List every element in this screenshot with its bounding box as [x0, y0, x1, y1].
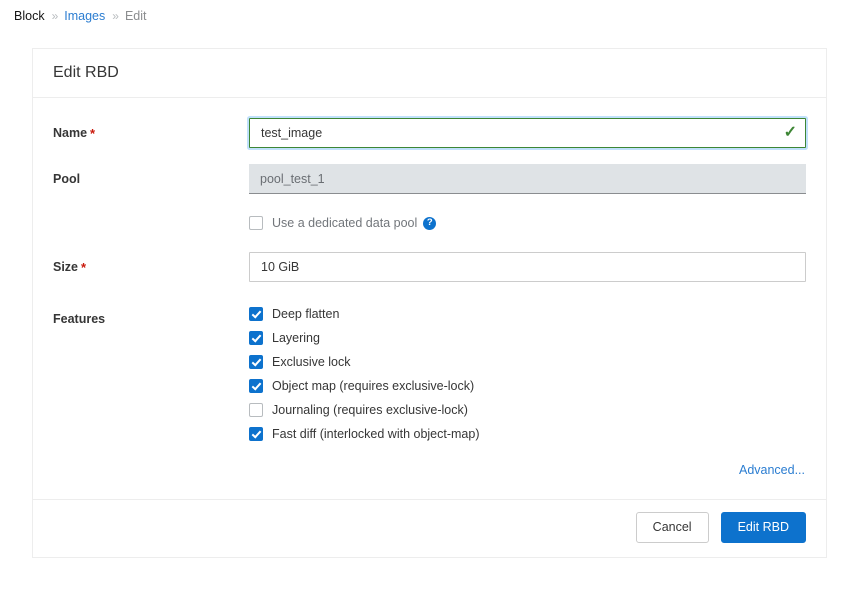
page-title: Edit RBD	[53, 64, 119, 81]
help-icon[interactable]: ?	[423, 216, 437, 230]
edit-rbd-submit-button[interactable]: Edit RBD	[720, 512, 806, 543]
size-label: Size *	[53, 252, 249, 274]
pool-field-wrap	[249, 164, 806, 194]
card-header: Edit RBD	[33, 49, 826, 98]
pool-input	[249, 164, 806, 194]
name-input[interactable]	[249, 118, 806, 148]
feature-row-deep-flatten[interactable]: Deep flatten	[249, 307, 806, 321]
feature-checkbox-exclusive-lock[interactable]	[249, 355, 263, 369]
feature-row-exclusive-lock[interactable]: Exclusive lock	[249, 355, 806, 369]
feature-checkbox-deep-flatten[interactable]	[249, 307, 263, 321]
feature-row-layering[interactable]: Layering	[249, 331, 806, 345]
dedicated-data-pool-label[interactable]: Use a dedicated data pool	[272, 216, 417, 230]
pool-label: Pool	[53, 164, 249, 186]
feature-row-object-map[interactable]: Object map (requires exclusive-lock)	[249, 379, 806, 393]
advanced-link[interactable]: Advanced...	[739, 463, 805, 477]
feature-label-journaling[interactable]: Journaling (requires exclusive-lock)	[272, 403, 468, 417]
breadcrumb-item-block: Block	[14, 9, 45, 23]
breadcrumb-item-images[interactable]: Images	[64, 9, 105, 23]
name-label-text: Name	[53, 126, 88, 140]
feature-label-fast-diff[interactable]: Fast diff (interlocked with object-map)	[272, 427, 480, 441]
dedicated-data-pool-spacer	[53, 210, 249, 218]
feature-label-object-map[interactable]: Object map (requires exclusive-lock)	[272, 379, 474, 393]
card-footer: Cancel Edit RBD	[33, 499, 826, 557]
form-row-dedicated-data-pool: Use a dedicated data pool ?	[53, 210, 806, 230]
required-marker: *	[90, 126, 96, 141]
feature-label-exclusive-lock[interactable]: Exclusive lock	[272, 355, 351, 369]
size-input[interactable]	[249, 252, 806, 282]
form-row-pool: Pool	[53, 164, 806, 194]
feature-checkbox-journaling[interactable]	[249, 403, 263, 417]
cancel-button[interactable]: Cancel	[635, 512, 709, 543]
feature-label-deep-flatten[interactable]: Deep flatten	[272, 307, 339, 321]
features-list: Deep flatten Layering Exclusive lock Obj…	[249, 304, 806, 441]
breadcrumb: Block » Images » Edit	[0, 0, 851, 32]
feature-row-journaling[interactable]: Journaling (requires exclusive-lock)	[249, 403, 806, 417]
name-field-wrap: ✓	[249, 118, 806, 148]
feature-label-layering[interactable]: Layering	[272, 331, 320, 345]
features-label-text: Features	[53, 312, 106, 326]
breadcrumb-item-edit: Edit	[124, 9, 147, 23]
dedicated-data-pool-row[interactable]: Use a dedicated data pool ?	[249, 216, 806, 230]
size-label-text: Size	[53, 260, 79, 274]
form-row-name: Name* ✓	[53, 118, 806, 148]
breadcrumb-separator-icon: »	[112, 9, 119, 23]
name-label: Name *	[53, 118, 249, 140]
dedicated-data-pool-checkbox[interactable]	[249, 216, 263, 230]
edit-rbd-card: Edit RBD Name* ✓ Pool	[32, 48, 827, 558]
form-row-features: Features Deep flatten Layering Exclusive…	[53, 304, 806, 441]
breadcrumb-separator-icon: »	[51, 9, 59, 23]
card-body: Name* ✓ Pool Use a dedicated data pool	[33, 98, 826, 499]
features-label: Features	[53, 304, 249, 326]
advanced-link-wrap: Advanced...	[53, 463, 806, 477]
form-row-size: Size *	[53, 252, 806, 282]
size-field-wrap	[249, 252, 806, 282]
pool-label-text: Pool	[53, 172, 81, 186]
feature-row-fast-diff[interactable]: Fast diff (interlocked with object-map)	[249, 427, 806, 441]
feature-checkbox-layering[interactable]	[249, 331, 263, 345]
feature-checkbox-object-map[interactable]	[249, 379, 263, 393]
required-marker: *	[81, 260, 87, 275]
dedicated-data-pool-wrap: Use a dedicated data pool ?	[249, 210, 806, 230]
feature-checkbox-fast-diff[interactable]	[249, 427, 263, 441]
